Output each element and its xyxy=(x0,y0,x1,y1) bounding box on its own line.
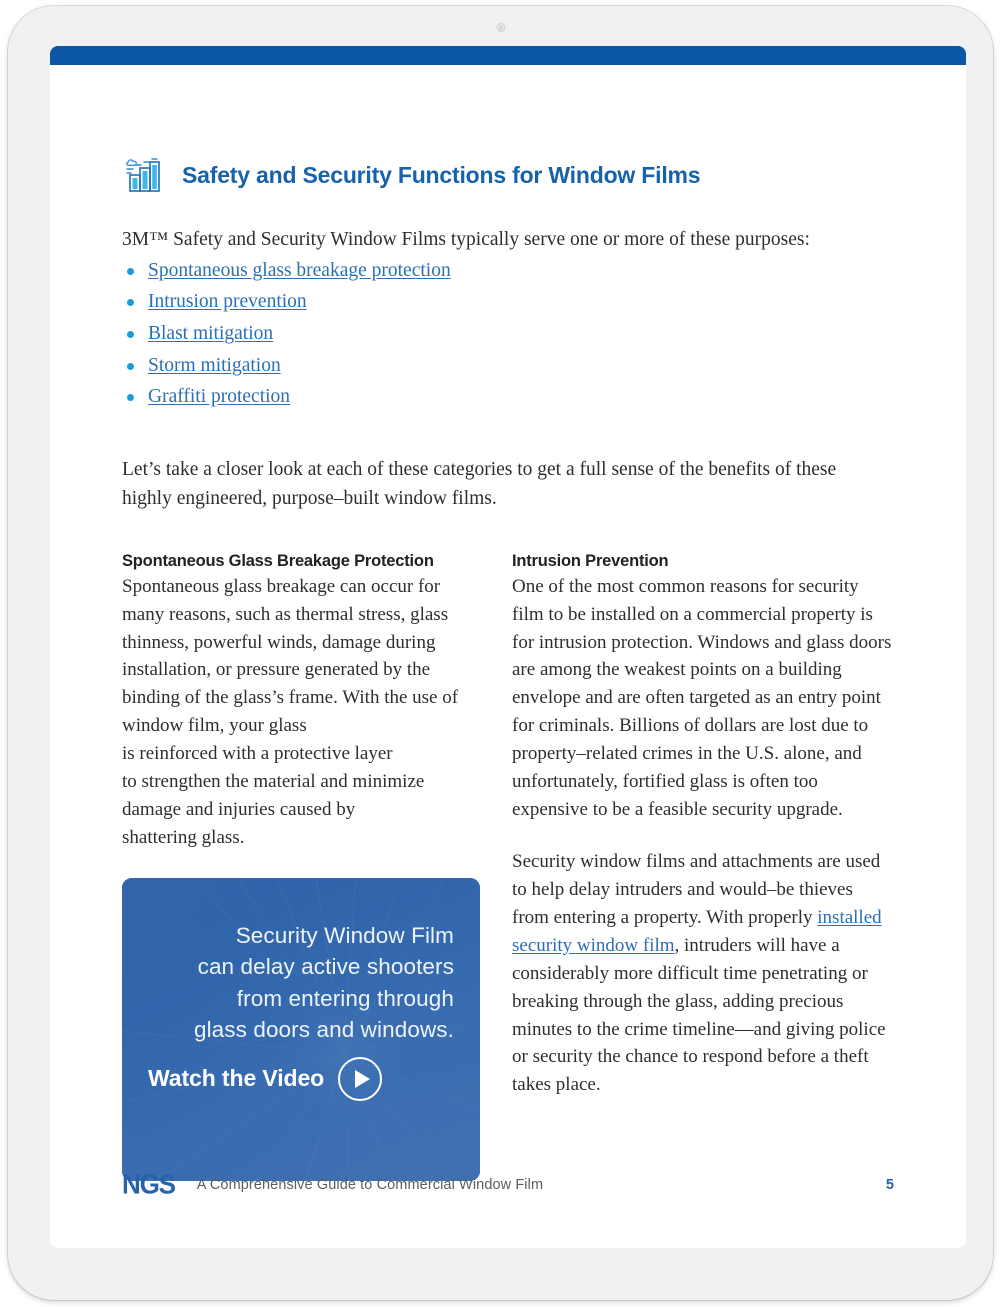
page-accent-bar xyxy=(50,46,966,65)
list-item: Spontaneous glass breakage protection xyxy=(122,257,894,285)
purposes-list: Spontaneous glass breakage protection In… xyxy=(122,257,894,411)
right-column-body-1: One of the most common reasons for secur… xyxy=(512,575,892,821)
purpose-link-graffiti-protection[interactable]: Graffiti protection xyxy=(148,386,290,407)
section-lede: Let’s take a closer look at each of thes… xyxy=(122,459,837,510)
right-column-heading: Intrusion Prevention xyxy=(512,551,669,570)
play-triangle-icon xyxy=(354,1069,370,1088)
page-content: Safety and Security Functions for Window… xyxy=(50,65,966,1248)
list-item: Intrusion prevention xyxy=(122,288,894,316)
left-column-body: Spontaneous glass breakage can occur for… xyxy=(122,575,459,848)
section-intro: 3M™ Safety and Security Window Films typ… xyxy=(122,229,810,250)
purpose-link-intrusion-prevention[interactable]: Intrusion prevention xyxy=(148,291,307,312)
list-item: Graffiti protection xyxy=(122,383,894,411)
purpose-link-spontaneous-glass-breakage-protection[interactable]: Spontaneous glass breakage protection xyxy=(148,260,451,281)
purpose-link-storm-mitigation[interactable]: Storm mitigation xyxy=(148,355,281,376)
footer-title: A Comprehensive Guide to Commercial Wind… xyxy=(196,1176,544,1193)
left-column-heading: Spontaneous Glass Breakage Protection xyxy=(122,551,434,570)
page-footer: NGS A Comprehensive Guide to Commercial … xyxy=(122,1167,894,1201)
section-header: Safety and Security Functions for Window… xyxy=(122,153,894,197)
video-headline: Security Window Film can delay active sh… xyxy=(193,922,454,1043)
purpose-link-blast-mitigation[interactable]: Blast mitigation xyxy=(148,323,273,344)
watch-video-cta[interactable]: Watch the Video xyxy=(148,1056,383,1101)
document-page: Safety and Security Functions for Window… xyxy=(50,46,966,1248)
watch-video-label: Watch the Video xyxy=(148,1065,325,1092)
front-camera-icon xyxy=(496,23,505,32)
play-button-icon[interactable] xyxy=(338,1056,383,1101)
camera-lens-dot xyxy=(499,26,502,29)
watch-video-card[interactable]: Security Window Film can delay active sh… xyxy=(122,877,480,1181)
tablet-device-frame: Safety and Security Functions for Window… xyxy=(8,6,993,1300)
section-title: Safety and Security Functions for Window… xyxy=(182,161,701,188)
right-column-body-2: Security window films and attachments ar… xyxy=(512,848,894,1099)
body-2-text-after-link: , intruders will have a considerably mor… xyxy=(512,934,886,1096)
list-item: Blast mitigation xyxy=(122,320,894,348)
two-column-area: Spontaneous Glass Breakage Protection Sp… xyxy=(122,552,894,1181)
ngs-logo: NGS xyxy=(122,1167,176,1201)
city-skyline-icon xyxy=(126,158,160,192)
page-number: 5 xyxy=(885,1176,894,1193)
list-item: Storm mitigation xyxy=(122,352,894,380)
video-card-content: Security Window Film can delay active sh… xyxy=(122,878,480,1181)
right-column: Intrusion Prevention One of the most com… xyxy=(512,552,894,1181)
left-column: Spontaneous Glass Breakage Protection Sp… xyxy=(122,552,480,1181)
